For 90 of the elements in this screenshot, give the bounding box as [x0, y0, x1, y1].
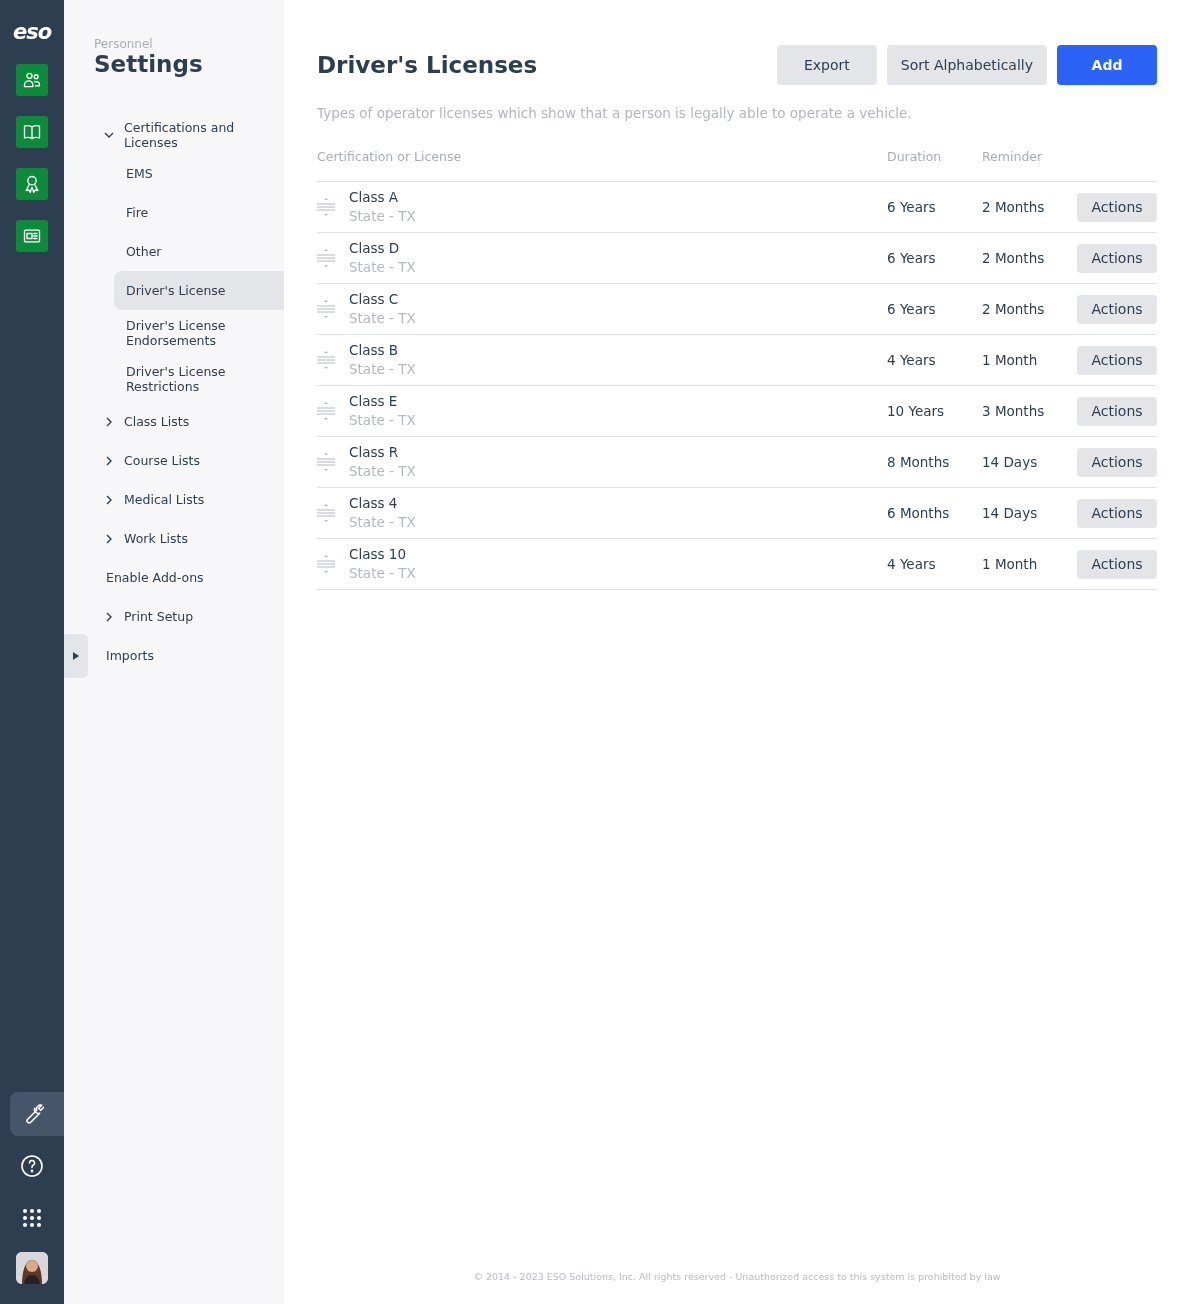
- section-label: Personnel: [94, 37, 154, 51]
- license-name: Class A: [349, 188, 400, 207]
- nav-item[interactable]: Imports: [88, 636, 284, 675]
- license-name: Class D: [349, 239, 401, 258]
- license-name: Class B: [349, 341, 400, 360]
- apps-grid-icon: [20, 1206, 44, 1230]
- license-jurisdiction: State - TX: [349, 564, 417, 583]
- drag-handle-icon[interactable]: [317, 502, 335, 524]
- license-jurisdiction: State - TX: [349, 207, 417, 226]
- license-jurisdiction: State - TX: [349, 309, 417, 328]
- nav-item[interactable]: Other: [114, 232, 284, 271]
- column-header: Reminder: [982, 149, 1044, 164]
- app-button[interactable]: [16, 64, 48, 96]
- table-cell-text: 2 Months: [982, 199, 1046, 215]
- actions-button[interactable]: Actions: [1077, 243, 1157, 273]
- chevron-right-icon: [104, 494, 114, 505]
- nav-group[interactable]: Work Lists: [88, 519, 284, 558]
- table-cell-text: 4 Years: [887, 556, 937, 572]
- book-icon: [22, 122, 42, 142]
- table-cell-text: 1 Month: [982, 352, 1039, 368]
- table-cell-text: 6 Years: [887, 199, 937, 215]
- license-jurisdiction: State - TX: [349, 462, 417, 481]
- table-cell-text: 1 Month: [982, 556, 1039, 572]
- chevron-right-icon: [104, 533, 114, 544]
- column-header: Certification or License: [317, 149, 463, 164]
- table-cell-text: 6 Years: [887, 250, 937, 266]
- drag-handle-icon[interactable]: [317, 349, 335, 371]
- people-icon: [22, 70, 42, 90]
- nav-group[interactable]: Medical Lists: [88, 480, 284, 519]
- table-cell-text: 6 Months: [887, 505, 951, 521]
- drag-handle-icon[interactable]: [317, 451, 335, 473]
- avatar[interactable]: [16, 1252, 48, 1284]
- nav-item[interactable]: Driver's License Endorsements: [114, 310, 284, 356]
- table-cell-text: 2 Months: [982, 250, 1046, 266]
- actions-button[interactable]: Actions: [1077, 396, 1157, 426]
- help-icon: [20, 1154, 44, 1178]
- drag-handle-icon[interactable]: [317, 298, 335, 320]
- toolbar-button[interactable]: Sort Alphabetically: [886, 45, 1047, 85]
- drag-handle-icon[interactable]: [317, 400, 335, 422]
- license-jurisdiction: State - TX: [349, 258, 417, 277]
- add-button[interactable]: Add: [1057, 45, 1157, 85]
- toolbar-button[interactable]: Export: [776, 45, 877, 85]
- table-cell-text: 14 Days: [982, 454, 1039, 470]
- app-button[interactable]: [16, 116, 48, 148]
- chevron-right-icon: [104, 416, 114, 427]
- license-name: Class C: [349, 290, 400, 309]
- logo: eso: [12, 20, 52, 44]
- actions-button[interactable]: Actions: [1077, 498, 1157, 528]
- table-cell-text: 10 Years: [887, 403, 946, 419]
- drag-handle-icon[interactable]: [317, 247, 335, 269]
- license-name: Class E: [349, 392, 399, 411]
- nav-group[interactable]: Course Lists: [88, 441, 284, 480]
- actions-button[interactable]: Actions: [1077, 192, 1157, 222]
- table-cell-text: 2 Months: [982, 301, 1046, 317]
- license-name: Class 4: [349, 494, 399, 513]
- page-heading: Driver's Licenses: [317, 52, 539, 78]
- column-header: Duration: [887, 149, 943, 164]
- actions-button[interactable]: Actions: [1077, 294, 1157, 324]
- actions-button[interactable]: Actions: [1077, 345, 1157, 375]
- table-cell-text: 8 Months: [887, 454, 951, 470]
- nav-item[interactable]: Driver's License Restrictions: [114, 356, 284, 402]
- nav-group[interactable]: Class Lists: [88, 402, 284, 441]
- nav-group[interactable]: Print Setup: [88, 597, 284, 636]
- drag-handle-icon[interactable]: [317, 196, 335, 218]
- nav-item[interactable]: Driver's License: [114, 271, 284, 310]
- page-title: Settings: [94, 51, 204, 77]
- license-name: Class R: [349, 443, 400, 462]
- table-cell-text: 3 Months: [982, 403, 1046, 419]
- license-jurisdiction: State - TX: [349, 411, 417, 430]
- actions-button[interactable]: Actions: [1077, 549, 1157, 579]
- triangle-right-icon: [73, 652, 79, 660]
- table-cell-text: 6 Years: [887, 301, 937, 317]
- chevron-right-icon: [104, 455, 114, 466]
- drag-handle-icon[interactable]: [317, 553, 335, 575]
- table-cell-text: 4 Years: [887, 352, 937, 368]
- nav-item[interactable]: Enable Add-ons: [88, 558, 284, 597]
- nav-item[interactable]: Fire: [114, 193, 284, 232]
- app-button[interactable]: [16, 168, 48, 200]
- chevron-right-icon: [104, 611, 114, 622]
- nav-item[interactable]: EMS: [114, 154, 284, 193]
- wrench-button[interactable]: [10, 1092, 64, 1136]
- nav-group[interactable]: Certifications and Licenses: [88, 115, 284, 154]
- app-button[interactable]: [16, 220, 48, 252]
- license-jurisdiction: State - TX: [349, 513, 417, 532]
- actions-button[interactable]: Actions: [1077, 447, 1157, 477]
- expand-button[interactable]: [64, 634, 88, 678]
- table-cell-text: 14 Days: [982, 505, 1039, 521]
- page-description: Types of operator licenses which show that a person is legally able to operate a vehicle.: [317, 105, 913, 121]
- license-name: Class 10: [349, 545, 407, 564]
- license-jurisdiction: State - TX: [349, 360, 417, 379]
